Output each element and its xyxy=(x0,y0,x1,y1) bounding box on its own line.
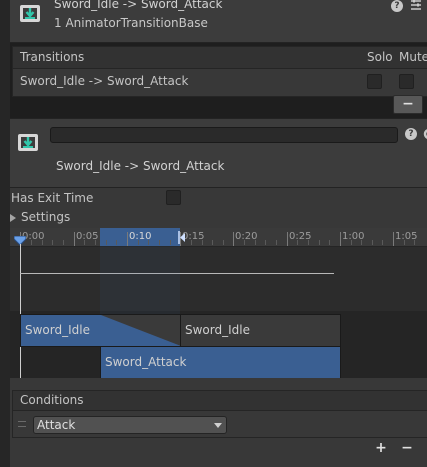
source-clip-repeat-bar[interactable]: Sword_Idle xyxy=(180,314,341,347)
tick-mark xyxy=(372,240,373,245)
dropdown-arrow-icon xyxy=(214,423,222,428)
has-exit-time-checkbox[interactable] xyxy=(166,190,181,205)
transition-name-field[interactable] xyxy=(50,127,398,143)
drag-handle-icon[interactable] xyxy=(18,421,26,427)
solo-checkbox[interactable] xyxy=(367,74,382,89)
transition-row[interactable]: Sword_Idle -> Sword_Attack xyxy=(13,69,427,95)
transition-row-label: Sword_Idle -> Sword_Attack xyxy=(20,74,189,88)
transitions-header-label: Transitions xyxy=(20,50,85,64)
conditions-list: Conditions Attack xyxy=(12,390,427,438)
has-exit-time-label: Has Exit Time xyxy=(11,191,94,205)
tick-label: 0:10 xyxy=(129,231,152,242)
foldout-arrow-icon xyxy=(10,214,16,222)
tick-mark xyxy=(106,240,107,245)
tick-label: 1:00 xyxy=(342,231,365,242)
target-clip-bar[interactable]: Sword_Attack xyxy=(100,346,341,379)
condition-parameter-value: Attack xyxy=(37,418,76,432)
transitions-list-header: Transitions Solo Mute xyxy=(13,47,427,69)
mute-column-label: Mute xyxy=(399,50,427,64)
tick-mark xyxy=(319,240,320,245)
conditions-header-label: Conditions xyxy=(20,393,84,407)
tick-mark xyxy=(329,240,330,245)
tick-mark xyxy=(265,240,266,245)
tick-label: 0:20 xyxy=(235,231,258,242)
tick-mark xyxy=(170,240,171,245)
help-icon[interactable]: ? xyxy=(405,128,417,140)
condition-row[interactable]: Attack xyxy=(13,411,427,437)
has-exit-time-row: Has Exit Time xyxy=(10,188,427,208)
source-clip-bar[interactable]: Sword_Idle xyxy=(20,314,182,347)
target-clip-label: Sword_Attack xyxy=(105,355,187,369)
add-condition-button[interactable]: + xyxy=(369,440,393,457)
tick-mark xyxy=(63,240,64,245)
transition-end-handle-icon[interactable] xyxy=(178,231,186,247)
header-title: Sword_Idle -> Sword_Attack xyxy=(54,0,223,11)
tick-label: 0:05 xyxy=(76,231,99,242)
remove-transition-button[interactable]: − xyxy=(393,95,423,114)
tick-mark xyxy=(127,232,128,246)
help-icon[interactable]: ? xyxy=(391,0,403,12)
tick-mark xyxy=(116,240,117,245)
playhead-line xyxy=(20,244,21,378)
header-subtitle: 1 AnimatorTransitionBase xyxy=(54,16,208,30)
mute-checkbox[interactable] xyxy=(399,74,414,89)
tick-label: 0:25 xyxy=(289,231,312,242)
transition-icon xyxy=(19,2,41,24)
tick-mark xyxy=(287,232,288,246)
solo-column-label: Solo xyxy=(367,50,393,64)
conditions-list-header: Conditions xyxy=(13,391,427,411)
timeline-upper-area xyxy=(10,246,427,311)
tick-mark xyxy=(393,232,394,246)
tick-mark xyxy=(340,232,341,246)
left-window-border xyxy=(0,0,10,467)
tick-mark xyxy=(52,240,53,245)
inspector-header: Sword_Idle -> Sword_Attack 1 AnimatorTra… xyxy=(10,0,427,43)
condition-parameter-dropdown[interactable]: Attack xyxy=(33,416,227,434)
tick-mark xyxy=(233,232,234,246)
transition-icon xyxy=(17,131,39,153)
tick-mark xyxy=(74,232,75,246)
remove-condition-button[interactable]: − xyxy=(395,440,419,457)
tick-mark xyxy=(382,240,383,245)
tick-mark xyxy=(159,240,160,245)
transition-inspector-header: ? Sword_Idle -> Sword_Attack xyxy=(10,118,427,188)
tick-mark xyxy=(276,240,277,245)
settings-icon[interactable] xyxy=(422,127,427,141)
source-clip-repeat-label: Sword_Idle xyxy=(185,323,250,337)
settings-foldout[interactable]: Settings xyxy=(10,208,427,228)
transitions-list: Transitions Solo Mute Sword_Idle -> Swor… xyxy=(12,46,427,97)
settings-label: Settings xyxy=(21,210,71,224)
tick-label: 1:05 xyxy=(395,231,418,242)
source-clip-label: Sword_Idle xyxy=(25,323,90,337)
settings-icon[interactable] xyxy=(409,0,423,12)
transition-title: Sword_Idle -> Sword_Attack xyxy=(56,159,225,173)
tick-mark xyxy=(223,240,224,245)
tick-mark xyxy=(212,240,213,245)
